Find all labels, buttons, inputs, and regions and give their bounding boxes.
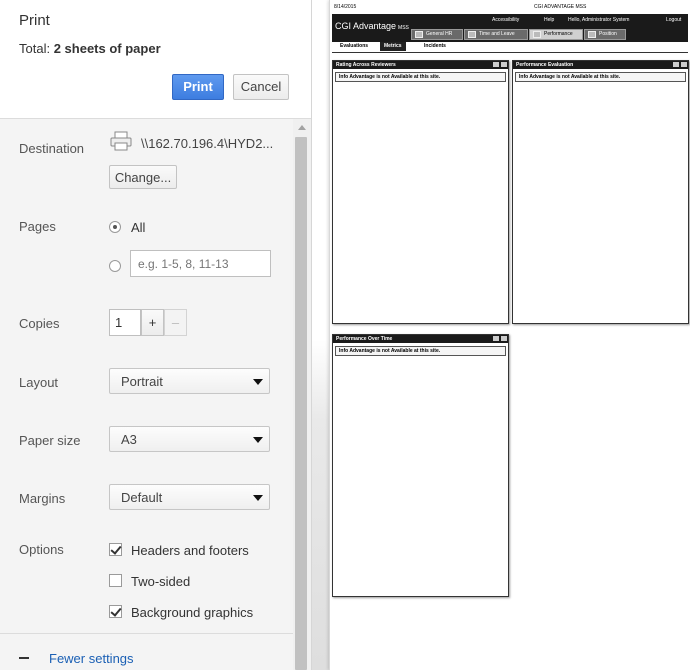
tab-label: Performance — [544, 31, 573, 37]
print-settings-panel: Print Total: 2 sheets of paper Print Can… — [0, 0, 312, 670]
copies-increment-button[interactable]: + — [141, 309, 164, 336]
maximize-icon — [501, 62, 507, 67]
preview-page: 8/14/2015 CGI ADVANTAGE MSS CGI Advantag… — [329, 0, 690, 670]
copies-decrement-button[interactable]: – — [164, 309, 187, 336]
margins-value: Default — [121, 490, 163, 505]
cancel-button[interactable]: Cancel — [233, 74, 289, 100]
position-icon — [588, 31, 596, 38]
maximize-icon — [681, 62, 687, 67]
print-header: Print Total: 2 sheets of paper Print Can… — [0, 0, 311, 119]
help-link: Help — [544, 17, 555, 23]
options-label: Options — [19, 542, 64, 557]
minimize-icon — [493, 336, 499, 341]
brand-sub: MSS — [398, 25, 409, 31]
fewer-settings-link[interactable]: Fewer settings — [49, 651, 134, 666]
paper-size-select[interactable]: A3 — [109, 426, 270, 452]
general-hr-icon — [415, 31, 423, 38]
minimize-icon — [493, 62, 499, 67]
portlet-performance-over-time: Performance Over Time Info Advantage is … — [332, 334, 509, 597]
print-button[interactable]: Print — [172, 74, 224, 100]
portlet-message: Info Advantage is not Available at this … — [515, 72, 686, 82]
total-label: Total: — [19, 41, 51, 56]
scroll-up-icon[interactable] — [298, 125, 306, 130]
print-preview: 8/14/2015 CGI ADVANTAGE MSS CGI Advantag… — [312, 0, 690, 670]
change-destination-button[interactable]: Change... — [109, 165, 177, 189]
minimize-icon — [673, 62, 679, 67]
page-header-title: CGI ADVANTAGE MSS — [534, 4, 587, 10]
chevron-down-icon — [253, 379, 263, 385]
destination-label: Destination — [19, 141, 85, 156]
pages-all-radio[interactable] — [109, 221, 121, 233]
accessibility-link: Accessibility — [492, 17, 520, 23]
pages-range-input[interactable] — [130, 250, 271, 277]
sub-tab-bar: Evaluations Metrics Incidents — [332, 42, 688, 53]
portlet-title: Rating Across Reviewers — [336, 62, 396, 68]
portlet-header: Performance Over Time — [333, 335, 508, 343]
settings-list: Destination \\162.70.196.4\HYD2... Chang… — [0, 119, 293, 670]
chevron-down-icon — [253, 437, 263, 443]
maximize-icon — [501, 336, 507, 341]
portlet-header: Performance Evaluation — [513, 61, 688, 69]
layout-value: Portrait — [121, 374, 163, 389]
portlet-title: Performance Evaluation — [516, 62, 574, 68]
tab-label: General HR — [426, 31, 453, 37]
copies-input[interactable]: 1 — [109, 309, 141, 336]
two-sided-label: Two-sided — [131, 574, 191, 589]
performance-icon — [533, 31, 541, 38]
tab-label: Time and Leave — [479, 31, 515, 37]
tab-performance: Performance — [529, 29, 583, 40]
dialog-title: Print — [19, 12, 50, 29]
total-sheets: Total: 2 sheets of paper — [19, 41, 161, 56]
scroll-thumb[interactable] — [295, 137, 307, 670]
background-graphics-label: Background graphics — [131, 605, 254, 620]
paper-size-value: A3 — [121, 432, 137, 447]
subtab-evaluations: Evaluations — [340, 43, 369, 49]
margins-select[interactable]: Default — [109, 484, 270, 510]
tab-general-hr: General HR — [411, 29, 463, 40]
tab-position: Position — [584, 29, 626, 40]
headers-footers-checkbox[interactable] — [109, 543, 122, 556]
collapse-icon — [19, 657, 29, 659]
fewer-settings-row: Fewer settings — [0, 633, 293, 670]
portlet-header: Rating Across Reviewers — [333, 61, 508, 69]
subtab-metrics: Metrics — [380, 42, 406, 51]
layout-label: Layout — [19, 375, 59, 390]
settings-scrollbar[interactable] — [293, 119, 311, 670]
two-sided-checkbox[interactable] — [109, 574, 122, 587]
subtab-incidents: Incidents — [424, 43, 446, 49]
brand-logo: CGI Advantage MSS — [335, 21, 409, 31]
logout-link: Logout — [666, 17, 682, 23]
printer-icon — [110, 131, 132, 151]
margins-label: Margins — [19, 491, 66, 506]
layout-select[interactable]: Portrait — [109, 368, 270, 394]
tab-label: Position — [599, 31, 617, 37]
time-leave-icon — [468, 31, 476, 38]
background-graphics-checkbox[interactable] — [109, 605, 122, 618]
copies-label: Copies — [19, 316, 60, 331]
portlet-rating-across-reviewers: Rating Across Reviewers Info Advantage i… — [332, 60, 509, 324]
portlet-title: Performance Over Time — [336, 336, 393, 342]
user-greeting: Hello, Administrator System — [568, 17, 630, 23]
portlet-message: Info Advantage is not Available at this … — [335, 72, 506, 82]
page-header-date: 8/14/2015 — [334, 4, 357, 10]
headers-footers-label: Headers and footers — [131, 543, 249, 558]
paper-size-label: Paper size — [19, 433, 81, 448]
destination-value: \\162.70.196.4\HYD2... — [141, 136, 274, 151]
portlet-performance-evaluation: Performance Evaluation Info Advantage is… — [512, 60, 689, 324]
pages-all-label: All — [131, 220, 146, 235]
portlet-message: Info Advantage is not Available at this … — [335, 346, 506, 356]
brand-name: CGI Advantage — [335, 21, 397, 31]
chevron-down-icon — [253, 495, 263, 501]
tab-time-leave: Time and Leave — [464, 29, 528, 40]
app-header-bar: CGI Advantage MSS Accessibility Help Hell… — [332, 14, 688, 42]
pages-label: Pages — [19, 219, 56, 234]
total-value: 2 sheets of paper — [53, 41, 161, 56]
pages-range-radio[interactable] — [109, 260, 121, 272]
